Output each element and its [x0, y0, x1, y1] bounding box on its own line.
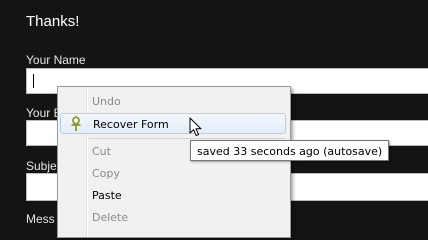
menu-item-copy[interactable]: Copy: [60, 163, 286, 184]
menu-item-label: Copy: [92, 167, 120, 180]
menu-item-delete[interactable]: Delete: [60, 207, 286, 228]
menu-item-label: Delete: [92, 211, 129, 224]
message-label: Mess: [26, 212, 55, 226]
context-menu: Undo Recover Form Cut Copy Paste Delete: [57, 86, 291, 238]
menu-item-label: Undo: [92, 95, 121, 108]
menu-item-recover-form[interactable]: Recover Form: [60, 113, 286, 134]
menu-item-label: Recover Form: [93, 118, 169, 131]
name-label: Your Name: [26, 53, 86, 67]
menu-item-label: Cut: [92, 145, 111, 158]
menu-separator: [89, 138, 286, 139]
autosave-tooltip: saved 33 seconds ago (autosave): [190, 140, 390, 161]
form-heading: Thanks!: [26, 13, 80, 30]
subject-label: Subje: [26, 159, 57, 173]
menu-item-label: Paste: [92, 189, 122, 202]
ankh-icon: [68, 116, 84, 132]
menu-item-undo[interactable]: Undo: [60, 91, 286, 112]
menu-item-paste[interactable]: Paste: [60, 185, 286, 206]
mouse-pointer-icon: [189, 117, 203, 142]
text-caret: [33, 74, 34, 88]
